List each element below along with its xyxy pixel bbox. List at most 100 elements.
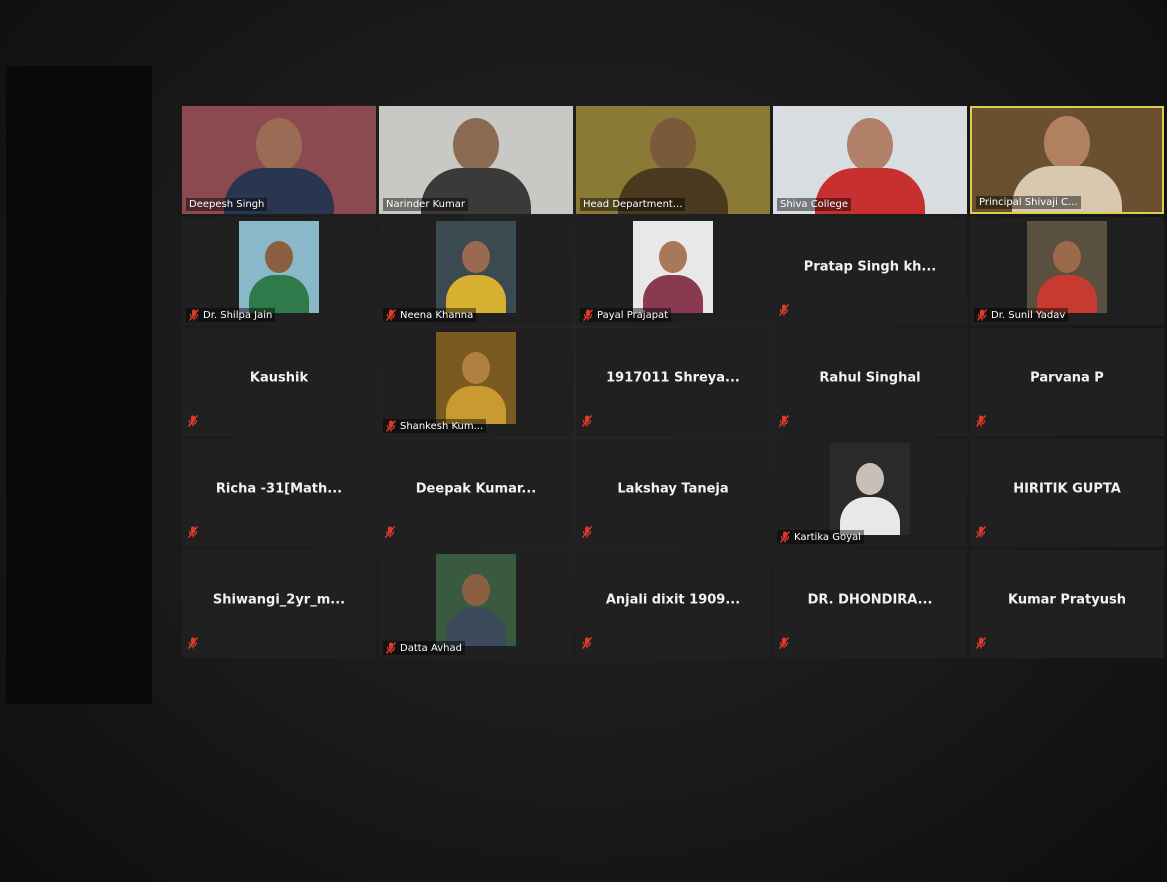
- participant-name-label: Deepesh Singh: [186, 198, 268, 211]
- participant-name: Shiva College: [780, 199, 848, 210]
- mic-muted-icon: [583, 309, 593, 321]
- mic-muted-icon: [189, 309, 199, 321]
- mute-indicator: [779, 634, 789, 653]
- participant-name: Shankesh Kum...: [400, 420, 484, 432]
- mic-muted-icon: [976, 637, 986, 649]
- participant-name: Narinder Kumar: [386, 199, 466, 210]
- mic-muted-icon: [386, 642, 396, 654]
- participant-name-label: Kartika Goyal: [777, 530, 864, 544]
- monitor-screen: Deepesh Singh Narinder Kumar Head Departme…: [0, 0, 1167, 882]
- participant-name: Anjali dixit 1909...: [605, 592, 741, 608]
- participant-name: Neena Khanna: [400, 309, 474, 321]
- participant-tile[interactable]: Parvana P: [970, 328, 1164, 436]
- participant-tile[interactable]: Payal Prajapat: [576, 217, 770, 325]
- mic-muted-icon: [976, 415, 986, 427]
- mute-indicator: [779, 301, 789, 320]
- participant-name: Kartika Goyal: [794, 531, 861, 543]
- gallery-grid: Deepesh Singh Narinder Kumar Head Departme…: [182, 106, 1164, 658]
- participant-tile[interactable]: Dr. Sunil Yadav: [970, 217, 1164, 325]
- mic-muted-icon: [386, 420, 396, 432]
- mute-indicator: [188, 523, 198, 542]
- mute-indicator: [976, 634, 986, 653]
- participant-tile[interactable]: Narinder Kumar: [379, 106, 573, 214]
- mic-muted-icon: [779, 304, 789, 316]
- participant-name: DR. DHONDIRA...: [807, 592, 933, 608]
- participant-video: [633, 221, 713, 313]
- participant-name: 1917011 Shreya...: [606, 370, 740, 386]
- participant-name: Richa -31[Math...: [215, 481, 343, 497]
- participant-tile[interactable]: Rahul Singhal: [773, 328, 967, 436]
- mic-muted-icon: [779, 415, 789, 427]
- participant-name-label: Narinder Kumar: [383, 198, 469, 211]
- participant-tile[interactable]: Neena Khanna: [379, 217, 573, 325]
- participant-video: [830, 443, 910, 535]
- participant-video: [436, 332, 516, 424]
- mute-indicator: [582, 634, 592, 653]
- participant-name: Dr. Sunil Yadav: [991, 309, 1066, 321]
- participant-tile[interactable]: Kumar Pratyush: [970, 550, 1164, 658]
- participant-video: [239, 221, 319, 313]
- mute-indicator: [188, 634, 198, 653]
- participant-tile[interactable]: Lakshay Taneja: [576, 439, 770, 547]
- participant-tile[interactable]: Kaushik: [182, 328, 376, 436]
- participant-tile[interactable]: Richa -31[Math...: [182, 439, 376, 547]
- participant-name: Pratap Singh kh...: [803, 259, 937, 275]
- mic-muted-icon: [976, 526, 986, 538]
- participant-tile[interactable]: DR. DHONDIRA...: [773, 550, 967, 658]
- mute-indicator: [385, 523, 395, 542]
- mic-muted-icon: [188, 526, 198, 538]
- mic-muted-icon: [386, 309, 396, 321]
- mute-indicator: [779, 412, 789, 431]
- participant-name: Payal Prajapat: [597, 309, 669, 321]
- participant-tile[interactable]: 1917011 Shreya...: [576, 328, 770, 436]
- participant-name: Shiwangi_2yr_m...: [212, 592, 346, 608]
- participant-video: [436, 554, 516, 646]
- participant-video: [1027, 221, 1107, 313]
- participant-name-label: Shiva College: [777, 198, 851, 211]
- mic-muted-icon: [582, 637, 592, 649]
- participant-name-label: Datta Avhad: [383, 641, 465, 655]
- participant-name-label: Payal Prajapat: [580, 308, 672, 322]
- participant-tile[interactable]: Deepak Kumar...: [379, 439, 573, 547]
- participant-tile[interactable]: HIRITIK GUPTA: [970, 439, 1164, 547]
- participant-name: Deepesh Singh: [189, 199, 265, 210]
- participant-tile[interactable]: Pratap Singh kh...: [773, 217, 967, 325]
- participant-tile[interactable]: Dr. Shilpa Jain: [182, 217, 376, 325]
- participant-tile[interactable]: Datta Avhad: [379, 550, 573, 658]
- participant-name-label: Neena Khanna: [383, 308, 477, 322]
- mic-muted-icon: [188, 637, 198, 649]
- participant-name-label: Head Department...: [580, 198, 686, 211]
- participant-name-label: Shankesh Kum...: [383, 419, 487, 433]
- participant-tile[interactable]: Kartika Goyal: [773, 439, 967, 547]
- participant-tile[interactable]: Shiwangi_2yr_m...: [182, 550, 376, 658]
- participant-name: Principal Shivaji C...: [979, 197, 1078, 208]
- mic-muted-icon: [582, 415, 592, 427]
- participant-name-label: Principal Shivaji C...: [976, 196, 1081, 209]
- participant-tile[interactable]: Shankesh Kum...: [379, 328, 573, 436]
- participant-name-label: Dr. Shilpa Jain: [186, 308, 276, 322]
- participant-name: Deepak Kumar...: [415, 481, 537, 497]
- mute-indicator: [976, 523, 986, 542]
- participant-tile[interactable]: Anjali dixit 1909...: [576, 550, 770, 658]
- participant-tile[interactable]: Principal Shivaji C...: [970, 106, 1164, 214]
- participant-video: [436, 221, 516, 313]
- participant-tile[interactable]: Head Department...: [576, 106, 770, 214]
- participant-name-label: Dr. Sunil Yadav: [974, 308, 1069, 322]
- participant-name: Kaushik: [249, 370, 309, 386]
- participant-tile[interactable]: Shiva College: [773, 106, 967, 214]
- mic-muted-icon: [188, 415, 198, 427]
- mic-muted-icon: [582, 526, 592, 538]
- participant-name: Kumar Pratyush: [1007, 592, 1126, 608]
- participant-name: Head Department...: [583, 199, 683, 210]
- mute-indicator: [976, 412, 986, 431]
- mute-indicator: [582, 412, 592, 431]
- mic-muted-icon: [385, 526, 395, 538]
- participant-name: Lakshay Taneja: [617, 481, 729, 497]
- mute-indicator: [188, 412, 198, 431]
- participant-name: HIRITIK GUPTA: [1013, 481, 1121, 497]
- participant-tile[interactable]: Deepesh Singh: [182, 106, 376, 214]
- mic-muted-icon: [780, 531, 790, 543]
- participant-name: Rahul Singhal: [819, 370, 921, 386]
- participant-name: Parvana P: [1030, 370, 1104, 386]
- mic-muted-icon: [779, 637, 789, 649]
